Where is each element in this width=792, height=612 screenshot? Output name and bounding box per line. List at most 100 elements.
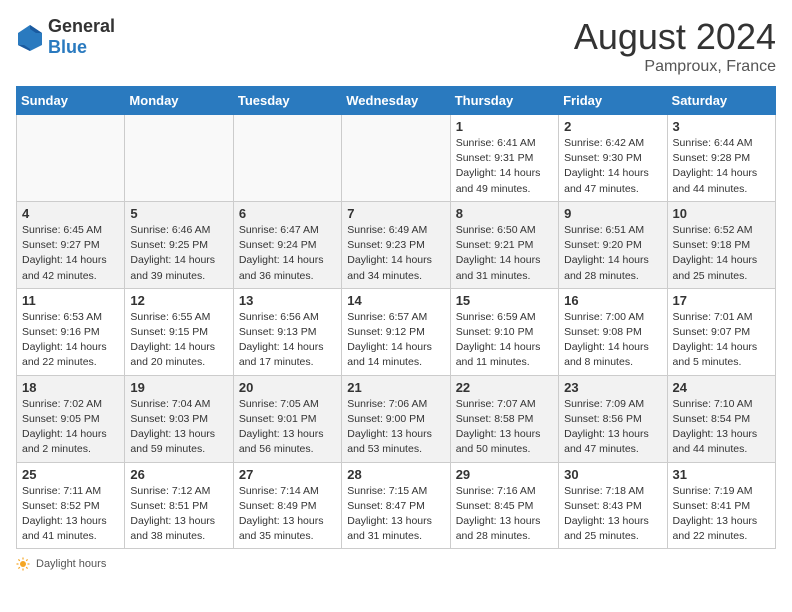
day-info: Sunrise: 6:51 AM Sunset: 9:20 PM Dayligh… bbox=[564, 223, 661, 284]
calendar-table: Sunday Monday Tuesday Wednesday Thursday… bbox=[16, 86, 776, 549]
day-info: Sunrise: 7:05 AM Sunset: 9:01 PM Dayligh… bbox=[239, 397, 336, 458]
calendar-cell bbox=[125, 115, 233, 202]
col-thursday: Thursday bbox=[450, 87, 558, 115]
day-number: 17 bbox=[673, 293, 770, 308]
day-info: Sunrise: 6:59 AM Sunset: 9:10 PM Dayligh… bbox=[456, 310, 553, 371]
calendar-week-0: 1Sunrise: 6:41 AM Sunset: 9:31 PM Daylig… bbox=[17, 115, 776, 202]
title-block: August 2024 Pamproux, France bbox=[574, 16, 776, 76]
calendar-week-2: 11Sunrise: 6:53 AM Sunset: 9:16 PM Dayli… bbox=[17, 288, 776, 375]
day-info: Sunrise: 6:49 AM Sunset: 9:23 PM Dayligh… bbox=[347, 223, 444, 284]
day-number: 23 bbox=[564, 380, 661, 395]
day-number: 6 bbox=[239, 206, 336, 221]
calendar-cell: 8Sunrise: 6:50 AM Sunset: 9:21 PM Daylig… bbox=[450, 201, 558, 288]
day-info: Sunrise: 6:56 AM Sunset: 9:13 PM Dayligh… bbox=[239, 310, 336, 371]
calendar-cell: 6 Sunrise: 6:47 AM Sunset: 9:24 PM Daylig… bbox=[233, 201, 341, 288]
col-saturday: Saturday bbox=[667, 87, 775, 115]
footer-note: Daylight hours bbox=[16, 557, 776, 571]
calendar-cell: 1Sunrise: 6:41 AM Sunset: 9:31 PM Daylig… bbox=[450, 115, 558, 202]
day-number: 21 bbox=[347, 380, 444, 395]
calendar-cell bbox=[17, 115, 125, 202]
calendar-cell: 11Sunrise: 6:53 AM Sunset: 9:16 PM Dayli… bbox=[17, 288, 125, 375]
day-info: Sunrise: 7:10 AM Sunset: 8:54 PM Dayligh… bbox=[673, 397, 770, 458]
day-number: 18 bbox=[22, 380, 119, 395]
calendar-cell: 18 Sunrise: 7:02 AM Sunset: 9:05 PM Dayli… bbox=[17, 375, 125, 462]
logo: General Blue bbox=[16, 16, 115, 58]
calendar-cell: 23 Sunrise: 7:09 AM Sunset: 8:56 PM Dayli… bbox=[559, 375, 667, 462]
day-info: Sunrise: 7:09 AM Sunset: 8:56 PM Dayligh… bbox=[564, 397, 661, 458]
calendar-cell: 27Sunrise: 7:14 AM Sunset: 8:49 PM Dayli… bbox=[233, 462, 341, 549]
col-sunday: Sunday bbox=[17, 87, 125, 115]
day-info: Sunrise: 7:14 AM Sunset: 8:49 PM Dayligh… bbox=[239, 484, 336, 545]
day-number: 10 bbox=[673, 206, 770, 221]
calendar-cell: 15 Sunrise: 6:59 AM Sunset: 9:10 PM Dayli… bbox=[450, 288, 558, 375]
calendar-cell: 9Sunrise: 6:51 AM Sunset: 9:20 PM Daylig… bbox=[559, 201, 667, 288]
day-number: 19 bbox=[130, 380, 227, 395]
calendar-cell: 12Sunrise: 6:55 AM Sunset: 9:15 PM Dayli… bbox=[125, 288, 233, 375]
calendar-cell bbox=[233, 115, 341, 202]
day-info: Sunrise: 6:46 AM Sunset: 9:25 PM Dayligh… bbox=[130, 223, 227, 284]
calendar-cell: 21 Sunrise: 7:06 AM Sunset: 9:00 PM Dayli… bbox=[342, 375, 450, 462]
day-info: Sunrise: 6:42 AM Sunset: 9:30 PM Dayligh… bbox=[564, 136, 661, 197]
page-header: General Blue August 2024 Pamproux, Franc… bbox=[16, 16, 776, 76]
day-info: Sunrise: 7:06 AM Sunset: 9:00 PM Dayligh… bbox=[347, 397, 444, 458]
calendar-cell: 3Sunrise: 6:44 AM Sunset: 9:28 PM Daylig… bbox=[667, 115, 775, 202]
day-number: 30 bbox=[564, 467, 661, 482]
calendar-cell: 30 Sunrise: 7:18 AM Sunset: 8:43 PM Dayli… bbox=[559, 462, 667, 549]
day-info: Sunrise: 6:57 AM Sunset: 9:12 PM Dayligh… bbox=[347, 310, 444, 371]
logo-blue: Blue bbox=[48, 37, 87, 57]
day-number: 1 bbox=[456, 119, 553, 134]
calendar-cell: 14 Sunrise: 6:57 AM Sunset: 9:12 PM Dayli… bbox=[342, 288, 450, 375]
calendar-cell: 4 Sunrise: 6:45 AM Sunset: 9:27 PM Daylig… bbox=[17, 201, 125, 288]
calendar-cell: 10 Sunrise: 6:52 AM Sunset: 9:18 PM Dayli… bbox=[667, 201, 775, 288]
calendar-cell bbox=[342, 115, 450, 202]
calendar-week-3: 18 Sunrise: 7:02 AM Sunset: 9:05 PM Dayli… bbox=[17, 375, 776, 462]
calendar-cell: 5 Sunrise: 6:46 AM Sunset: 9:25 PM Daylig… bbox=[125, 201, 233, 288]
day-number: 13 bbox=[239, 293, 336, 308]
col-friday: Friday bbox=[559, 87, 667, 115]
day-number: 26 bbox=[130, 467, 227, 482]
day-info: Sunrise: 7:02 AM Sunset: 9:05 PM Dayligh… bbox=[22, 397, 119, 458]
day-info: Sunrise: 6:52 AM Sunset: 9:18 PM Dayligh… bbox=[673, 223, 770, 284]
day-number: 25 bbox=[22, 467, 119, 482]
day-number: 16 bbox=[564, 293, 661, 308]
day-number: 31 bbox=[673, 467, 770, 482]
day-number: 5 bbox=[130, 206, 227, 221]
calendar-cell: 28Sunrise: 7:15 AM Sunset: 8:47 PM Dayli… bbox=[342, 462, 450, 549]
logo-icon bbox=[16, 23, 44, 51]
day-number: 14 bbox=[347, 293, 444, 308]
daylight-label: Daylight hours bbox=[36, 558, 106, 570]
day-info: Sunrise: 7:18 AM Sunset: 8:43 PM Dayligh… bbox=[564, 484, 661, 545]
calendar-cell: 25Sunrise: 7:11 AM Sunset: 8:52 PM Dayli… bbox=[17, 462, 125, 549]
day-info: Sunrise: 7:04 AM Sunset: 9:03 PM Dayligh… bbox=[130, 397, 227, 458]
calendar-cell: 20 Sunrise: 7:05 AM Sunset: 9:01 PM Dayli… bbox=[233, 375, 341, 462]
location: Pamproux, France bbox=[574, 58, 776, 76]
day-info: Sunrise: 7:15 AM Sunset: 8:47 PM Dayligh… bbox=[347, 484, 444, 545]
day-info: Sunrise: 7:07 AM Sunset: 8:58 PM Dayligh… bbox=[456, 397, 553, 458]
calendar-cell: 2 Sunrise: 6:42 AM Sunset: 9:30 PM Daylig… bbox=[559, 115, 667, 202]
col-tuesday: Tuesday bbox=[233, 87, 341, 115]
day-info: Sunrise: 7:19 AM Sunset: 8:41 PM Dayligh… bbox=[673, 484, 770, 545]
day-number: 11 bbox=[22, 293, 119, 308]
day-info: Sunrise: 7:01 AM Sunset: 9:07 PM Dayligh… bbox=[673, 310, 770, 371]
logo-text: General Blue bbox=[48, 16, 115, 58]
day-number: 4 bbox=[22, 206, 119, 221]
day-number: 8 bbox=[456, 206, 553, 221]
day-number: 7 bbox=[347, 206, 444, 221]
day-number: 20 bbox=[239, 380, 336, 395]
header-row: Sunday Monday Tuesday Wednesday Thursday… bbox=[17, 87, 776, 115]
day-info: Sunrise: 6:45 AM Sunset: 9:27 PM Dayligh… bbox=[22, 223, 119, 284]
day-number: 2 bbox=[564, 119, 661, 134]
logo-general: General bbox=[48, 16, 115, 36]
day-info: Sunrise: 7:16 AM Sunset: 8:45 PM Dayligh… bbox=[456, 484, 553, 545]
calendar-cell: 7 Sunrise: 6:49 AM Sunset: 9:23 PM Daylig… bbox=[342, 201, 450, 288]
calendar-week-4: 25Sunrise: 7:11 AM Sunset: 8:52 PM Dayli… bbox=[17, 462, 776, 549]
month-year: August 2024 bbox=[574, 16, 776, 58]
day-number: 15 bbox=[456, 293, 553, 308]
day-number: 24 bbox=[673, 380, 770, 395]
day-info: Sunrise: 6:55 AM Sunset: 9:15 PM Dayligh… bbox=[130, 310, 227, 371]
day-info: Sunrise: 6:47 AM Sunset: 9:24 PM Dayligh… bbox=[239, 223, 336, 284]
col-wednesday: Wednesday bbox=[342, 87, 450, 115]
calendar-week-1: 4 Sunrise: 6:45 AM Sunset: 9:27 PM Daylig… bbox=[17, 201, 776, 288]
calendar-cell: 17 Sunrise: 7:01 AM Sunset: 9:07 PM Dayli… bbox=[667, 288, 775, 375]
calendar-cell: 19 Sunrise: 7:04 AM Sunset: 9:03 PM Dayli… bbox=[125, 375, 233, 462]
